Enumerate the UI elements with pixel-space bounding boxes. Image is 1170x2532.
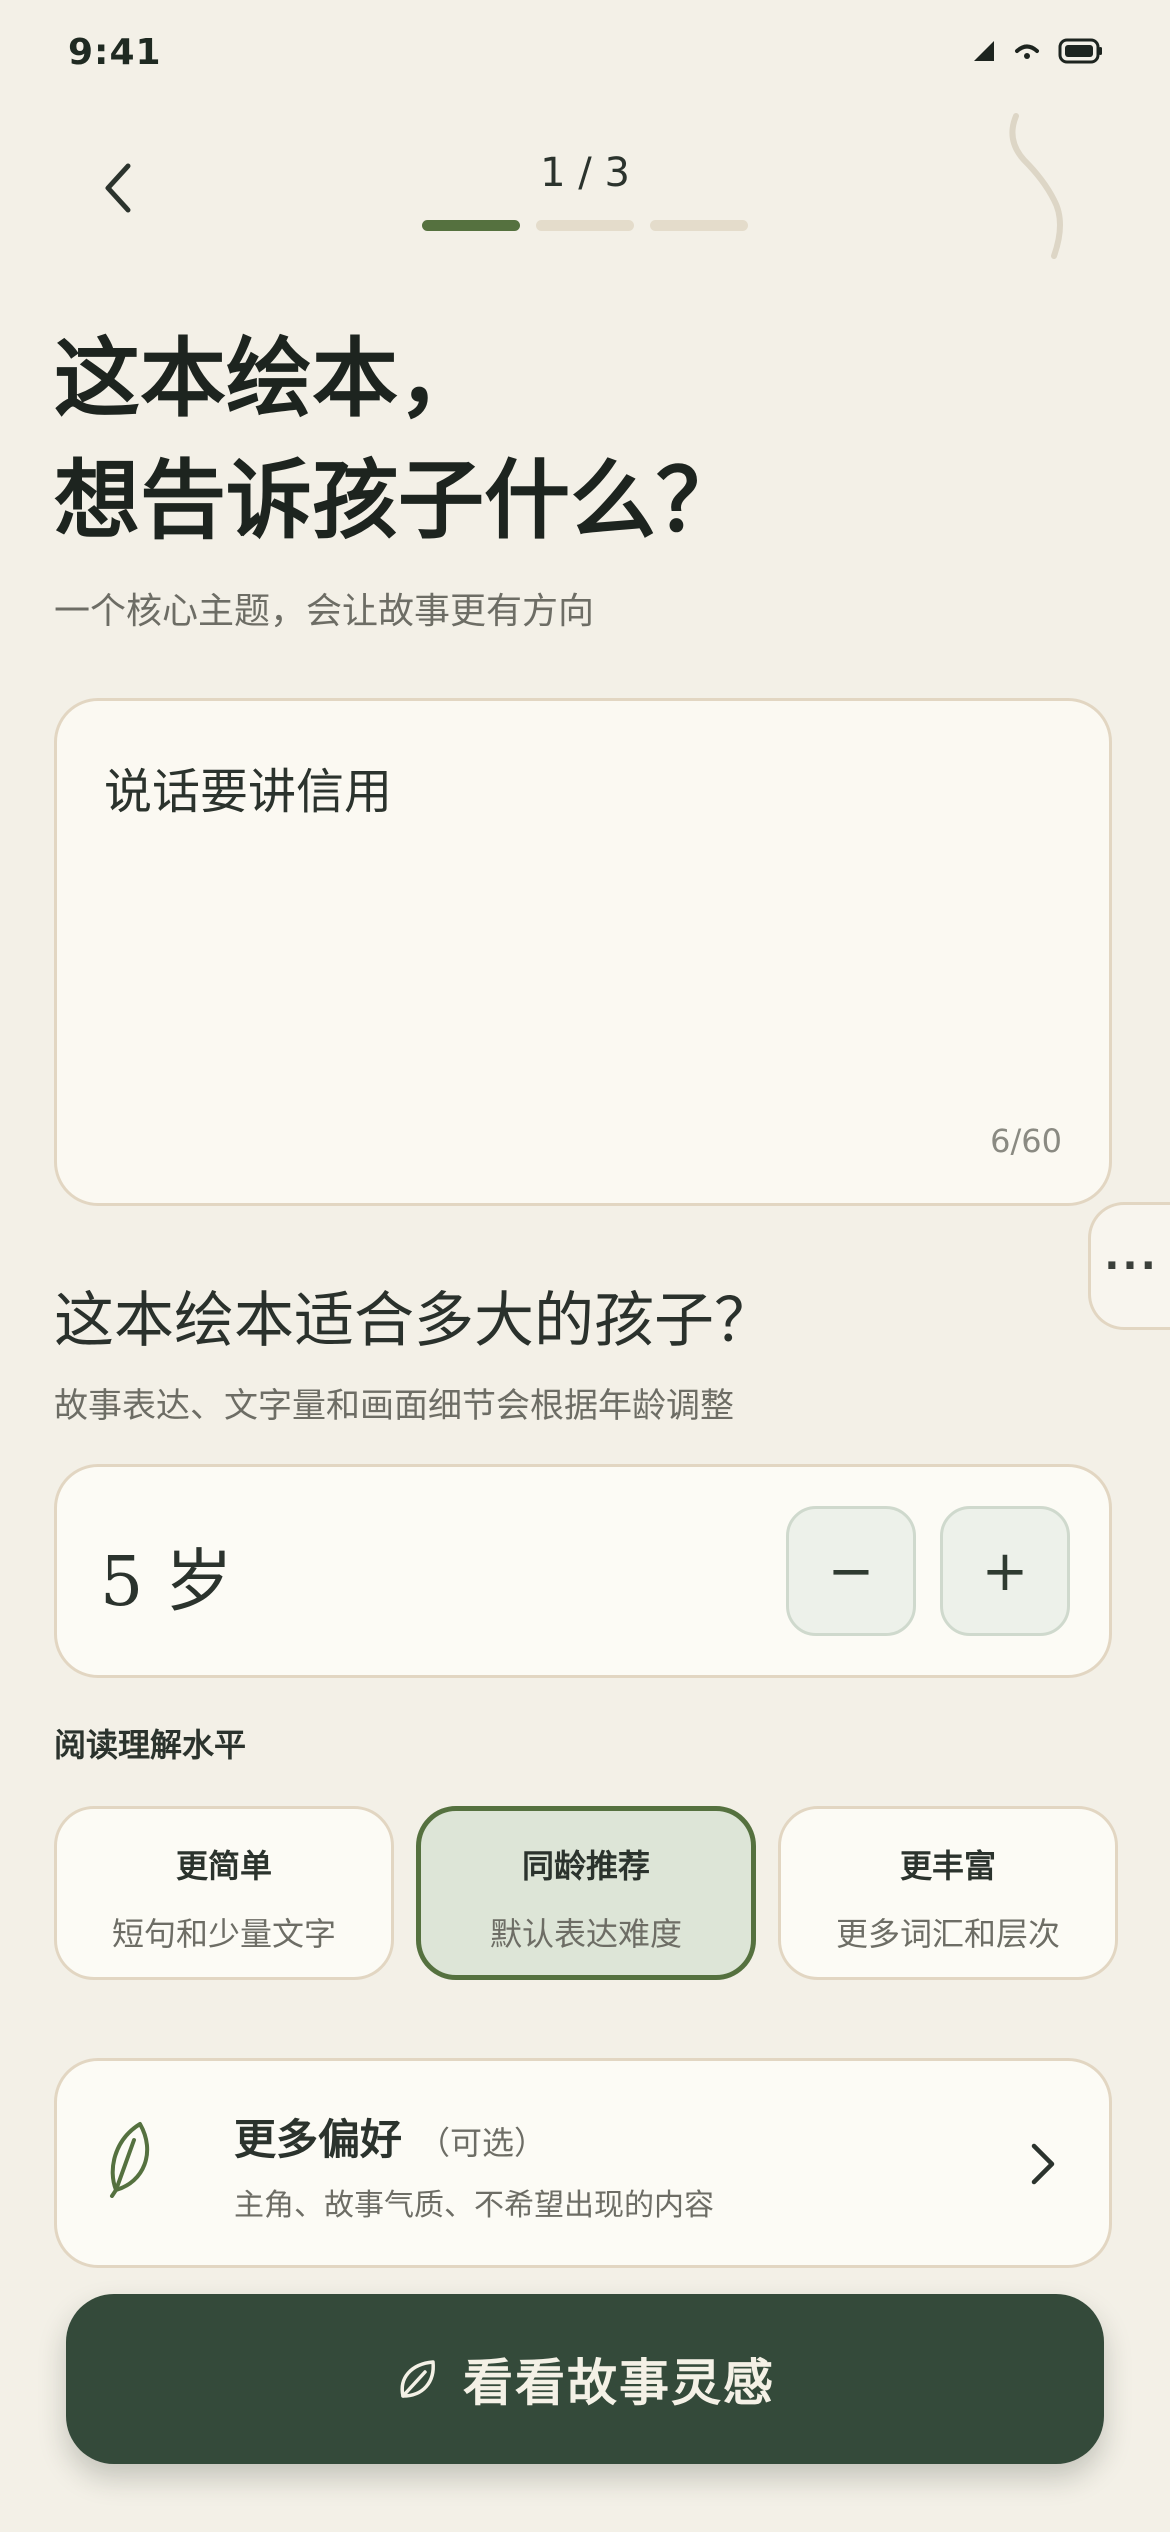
character-counter: 6/60 bbox=[990, 1122, 1062, 1160]
leaf-icon bbox=[110, 2122, 150, 2198]
age-section-title: 这本绘本适合多大的孩子？ bbox=[54, 1286, 774, 1356]
page-subtitle: 一个核心主题，会让故事更有方向 bbox=[54, 591, 595, 632]
preferences-title: 更多偏好 （可选） bbox=[234, 2106, 546, 2167]
progress-segment-1 bbox=[422, 220, 520, 231]
wifi-icon bbox=[1015, 44, 1039, 59]
age-value: 5 岁 bbox=[100, 1543, 233, 1622]
option-description: 更多词汇和层次 bbox=[835, 1915, 1060, 1953]
age-section-subtitle: 故事表达、文字量和画面细节会根据年龄调整 bbox=[54, 1386, 734, 1426]
page-title-line2: 想告诉孩子什么？ bbox=[54, 451, 742, 551]
cellular-signal-icon bbox=[974, 41, 994, 61]
preferences-title-text: 更多偏好 bbox=[234, 2115, 403, 2164]
status-time: 9:41 bbox=[68, 32, 162, 73]
option-description: 默认表达难度 bbox=[489, 1915, 682, 1953]
page-title: 这本绘本， 想告诉孩子什么？ bbox=[54, 318, 742, 562]
step-indicator: 1 / 3 bbox=[540, 150, 630, 196]
option-title: 同龄推荐 bbox=[521, 1847, 650, 1885]
age-decrease-button[interactable]: − bbox=[786, 1506, 916, 1636]
reading-level-option-recommended[interactable]: 同龄推荐 默认表达难度 bbox=[416, 1806, 756, 1980]
reading-level-option-simpler[interactable]: 更简单 短句和少量文字 bbox=[54, 1806, 394, 1980]
cta-label: 看看故事灵感 bbox=[463, 2354, 775, 2412]
option-description: 短句和少量文字 bbox=[111, 1915, 336, 1953]
battery-icon bbox=[1058, 38, 1102, 64]
more-dots-icon: ··· bbox=[1104, 1243, 1159, 1289]
reading-level-option-richer[interactable]: 更丰富 更多词汇和层次 bbox=[778, 1806, 1118, 1980]
option-title: 更丰富 bbox=[899, 1847, 996, 1885]
preferences-optional-tag: （可选） bbox=[418, 2124, 547, 2162]
more-options-handle[interactable]: ··· bbox=[1088, 1202, 1170, 1330]
story-inspiration-button[interactable]: 看看故事灵感 bbox=[66, 2294, 1104, 2464]
reading-level-label: 阅读理解水平 bbox=[54, 1726, 247, 1764]
decorative-squiggle bbox=[1009, 113, 1063, 259]
status-icons bbox=[972, 38, 1104, 64]
plus-icon: + bbox=[981, 1538, 1029, 1604]
minus-icon: − bbox=[827, 1538, 875, 1604]
progress-segment-3 bbox=[650, 220, 748, 231]
topic-input-value[interactable]: 说话要讲信用 bbox=[104, 752, 392, 822]
chevron-right-icon bbox=[1031, 2143, 1055, 2185]
more-preferences-row[interactable] bbox=[54, 2058, 1112, 2268]
age-increase-button[interactable]: + bbox=[940, 1506, 1070, 1636]
preferences-subtitle: 主角、故事气质、不希望出现的内容 bbox=[234, 2188, 714, 2223]
progress-segment-2 bbox=[536, 220, 634, 231]
page-title-line1: 这本绘本， bbox=[54, 329, 484, 429]
leaf-icon bbox=[400, 2360, 435, 2398]
progress-bar bbox=[0, 220, 1170, 231]
option-title: 更简单 bbox=[175, 1847, 272, 1885]
